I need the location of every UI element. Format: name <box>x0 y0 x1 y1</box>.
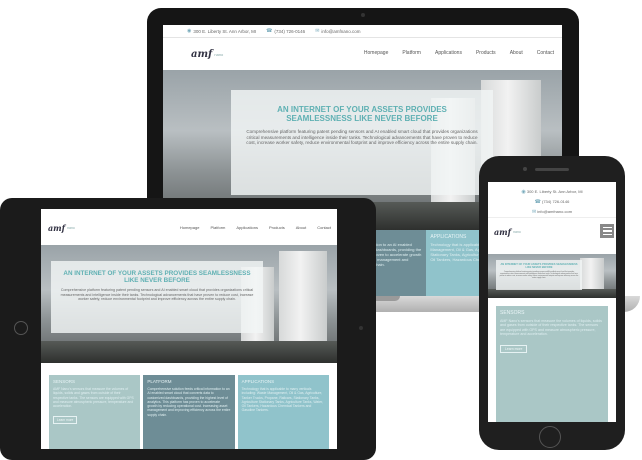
sensors-column: SENSORS AMF Nano's sensors that measure … <box>496 306 608 422</box>
hero-headline: AN INTERNET OF YOUR ASSETS PROVIDES SEAM… <box>500 263 578 269</box>
navbar: amf nano Homepage Platform Applications … <box>41 209 337 245</box>
navbar: amf nano Homepage Platform Applications … <box>163 38 562 70</box>
nav-contact[interactable]: Contact <box>317 225 331 230</box>
sensors-column: SENSORS AMF Nano's sensors that measure … <box>49 375 141 449</box>
phone-speaker <box>535 168 569 171</box>
hero-headline: AN INTERNET OF YOUR ASSETS PROVIDES SEAM… <box>63 270 251 285</box>
main-nav: Homepage Platform Applications Products … <box>180 225 331 230</box>
phone-item[interactable]: ☎ (734) 726-0146 <box>266 28 305 34</box>
tablet-home-button[interactable] <box>14 321 28 335</box>
contact-bar: ◉ 300 E. Liberty St. Ann Arbor, MI ☎ (734)… <box>163 25 562 38</box>
nav-about[interactable]: About <box>510 50 523 56</box>
applications-column: APPLICATIONS Technology that is applicab… <box>237 375 329 449</box>
nav-platform[interactable]: Platform <box>402 50 421 56</box>
feature-columns: SENSORS AMF Nano's sensors that measure … <box>49 375 329 449</box>
nav-applications[interactable]: Applications <box>236 225 258 230</box>
nav-applications[interactable]: Applications <box>435 50 462 56</box>
tablet-device: amf nano Homepage Platform Applications … <box>0 198 376 460</box>
platform-column: PLATFORM Comprehensive solution feeds cr… <box>143 375 235 449</box>
contact-bar: ◉ 300 E. Liberty St. Ann Arbor, MI ☎ (73… <box>488 182 616 217</box>
nav-platform[interactable]: Platform <box>210 225 225 230</box>
hero-card: AN INTERNET OF YOUR ASSETS PROVIDES SEAM… <box>51 261 263 333</box>
hero-banner: AN INTERNET OF YOUR ASSETS PROVIDES SEAM… <box>488 254 616 298</box>
phone-icon: ☎ <box>534 199 541 205</box>
phone-device: ◉ 300 E. Liberty St. Ann Arbor, MI ☎ (73… <box>479 156 625 450</box>
trees-image <box>488 289 616 298</box>
logo[interactable]: amf nano <box>48 223 75 233</box>
nav-homepage[interactable]: Homepage <box>364 50 388 56</box>
main-nav: Homepage Platform Applications Products … <box>364 50 554 56</box>
location-icon: ◉ <box>187 28 192 34</box>
nav-contact[interactable]: Contact <box>537 50 554 56</box>
hero-body: Comprehensive platform featuring patent … <box>246 129 478 146</box>
email-item[interactable]: ✉ info@amfnano.com <box>488 207 616 217</box>
nav-products[interactable]: Products <box>476 50 496 56</box>
email-icon: ✉ <box>531 209 537 215</box>
phone-icon: ☎ <box>266 28 273 34</box>
sensors-learn-more-button[interactable]: Learn more <box>500 344 528 353</box>
email-icon: ✉ <box>315 28 320 34</box>
navbar: amf nano <box>488 217 616 246</box>
logo[interactable]: amf nano <box>494 227 521 237</box>
laptop-camera <box>361 13 365 17</box>
location-icon: ◉ <box>521 189 526 195</box>
address-item: ◉ 300 E. Liberty St. Ann Arbor, MI <box>187 28 257 34</box>
logo[interactable]: amf nano <box>191 49 223 60</box>
nav-homepage[interactable]: Homepage <box>180 225 200 230</box>
nav-products[interactable]: Products <box>269 225 285 230</box>
sensors-learn-more-button[interactable]: Learn more <box>53 416 78 425</box>
trees-image <box>41 341 337 363</box>
hero-card: AN INTERNET OF YOUR ASSETS PROVIDES SEAM… <box>496 260 582 290</box>
hero-banner: AN INTERNET OF YOUR ASSETS PROVIDES SEAM… <box>41 245 337 363</box>
nav-about[interactable]: About <box>296 225 306 230</box>
hamburger-menu-icon[interactable] <box>600 224 614 238</box>
phone-home-button[interactable] <box>539 426 561 448</box>
hero-headline: AN INTERNET OF YOUR ASSETS PROVIDES SEAM… <box>277 105 447 124</box>
tablet-camera <box>359 326 363 330</box>
tablet-screen: amf nano Homepage Platform Applications … <box>41 209 337 449</box>
phone-camera <box>523 167 527 171</box>
hero-body: Comprehensive platform featuring patent … <box>499 271 579 279</box>
hero-body: Comprehensive platform featuring patent … <box>60 288 254 302</box>
phone-item[interactable]: ☎ (734) 726-0146 <box>488 197 616 207</box>
address-item: ◉ 300 E. Liberty St. Ann Arbor, MI <box>521 189 583 195</box>
hero-card: AN INTERNET OF YOUR ASSETS PROVIDES SEAM… <box>231 90 493 195</box>
phone-screen: ◉ 300 E. Liberty St. Ann Arbor, MI ☎ (73… <box>488 182 616 422</box>
email-item[interactable]: ✉ info@amfnano.com <box>315 28 360 34</box>
